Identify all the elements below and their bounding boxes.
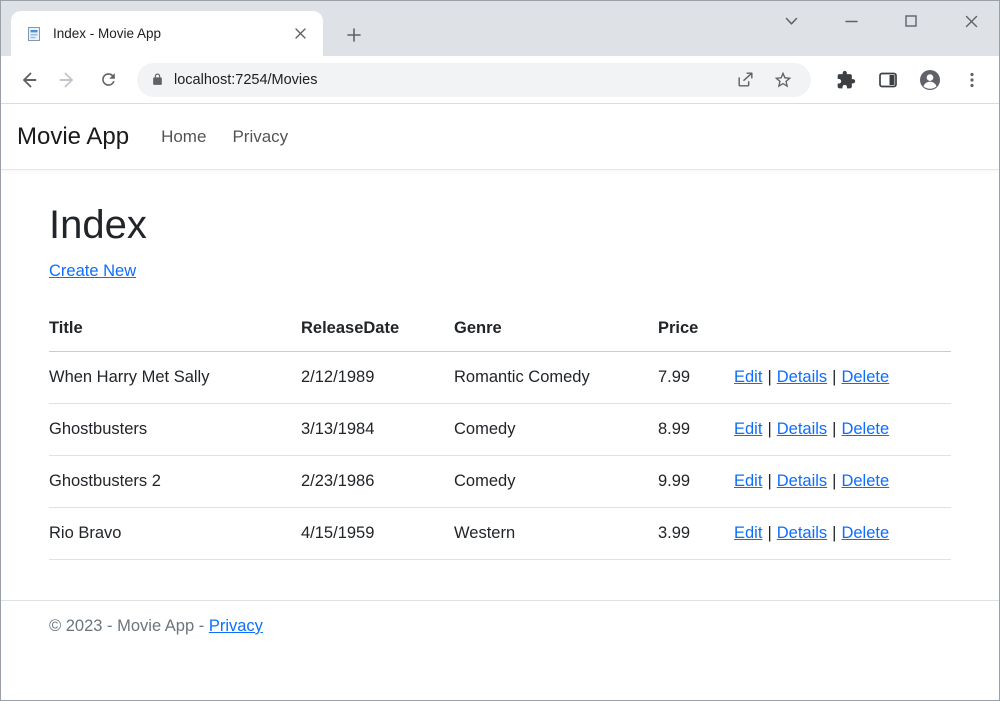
browser-window: Index - Movie App bbox=[0, 0, 1000, 701]
cell-genre: Romantic Comedy bbox=[454, 352, 658, 404]
reload-icon[interactable] bbox=[93, 65, 123, 95]
cell-release-date: 4/15/1959 bbox=[301, 508, 454, 560]
browser-toolbar: localhost:7254/Movies bbox=[1, 56, 999, 104]
maximize-button[interactable] bbox=[897, 7, 925, 35]
table-header-row: Title ReleaseDate Genre Price bbox=[49, 309, 951, 352]
share-icon[interactable] bbox=[731, 66, 759, 94]
cell-title: When Harry Met Sally bbox=[49, 352, 301, 404]
page-title: Index bbox=[49, 203, 951, 248]
edit-link[interactable]: Edit bbox=[734, 368, 762, 386]
tab-close-icon[interactable] bbox=[289, 23, 311, 45]
profile-avatar-icon[interactable] bbox=[915, 65, 945, 95]
cell-title: Rio Bravo bbox=[49, 508, 301, 560]
nav-link-home[interactable]: Home bbox=[161, 127, 206, 147]
delete-link[interactable]: Delete bbox=[841, 472, 889, 490]
movies-table: Title ReleaseDate Genre Price When Harry… bbox=[49, 309, 951, 560]
action-separator: | bbox=[832, 472, 836, 490]
details-link[interactable]: Details bbox=[777, 368, 827, 386]
page-footer: © 2023 - Movie App - Privacy bbox=[1, 600, 999, 639]
main-content: Index Create New Title ReleaseDate Genre… bbox=[1, 203, 999, 560]
cell-price: 7.99 bbox=[658, 352, 734, 404]
browser-menu-kebab-icon[interactable] bbox=[957, 65, 987, 95]
extensions-puzzle-icon[interactable] bbox=[831, 65, 861, 95]
delete-link[interactable]: Delete bbox=[841, 524, 889, 542]
action-separator: | bbox=[767, 472, 771, 490]
tab-title: Index - Movie App bbox=[53, 26, 289, 41]
header-price: Price bbox=[658, 309, 734, 352]
copyright-text: © 2023 - Movie App - bbox=[49, 617, 204, 635]
bookmark-star-icon[interactable] bbox=[769, 66, 797, 94]
edit-link[interactable]: Edit bbox=[734, 524, 762, 542]
nav-link-privacy[interactable]: Privacy bbox=[232, 127, 288, 147]
action-separator: | bbox=[767, 524, 771, 542]
forward-icon[interactable] bbox=[53, 65, 83, 95]
url-text[interactable]: localhost:7254/Movies bbox=[174, 72, 721, 88]
actions-cell: Edit | Details | Delete bbox=[734, 456, 951, 508]
action-separator: | bbox=[767, 420, 771, 438]
cell-title: Ghostbusters 2 bbox=[49, 456, 301, 508]
table-row: When Harry Met Sally 2/12/1989 Romantic … bbox=[49, 352, 951, 404]
back-icon[interactable] bbox=[13, 65, 43, 95]
header-actions bbox=[734, 309, 951, 352]
table-row: Rio Bravo 4/15/1959 Western 3.99 Edit | De… bbox=[49, 508, 951, 560]
tab-favicon-icon bbox=[27, 26, 43, 42]
minimize-button[interactable] bbox=[837, 7, 865, 35]
details-link[interactable]: Details bbox=[777, 420, 827, 438]
header-title: Title bbox=[49, 309, 301, 352]
actions-cell: Edit | Details | Delete bbox=[734, 352, 951, 404]
brand-link[interactable]: Movie App bbox=[17, 123, 129, 151]
cell-price: 3.99 bbox=[658, 508, 734, 560]
footer-privacy-link[interactable]: Privacy bbox=[209, 617, 263, 635]
cell-release-date: 2/12/1989 bbox=[301, 352, 454, 404]
cell-title: Ghostbusters bbox=[49, 404, 301, 456]
tab-strip: Index - Movie App bbox=[1, 1, 999, 56]
side-panel-icon[interactable] bbox=[873, 65, 903, 95]
cell-price: 8.99 bbox=[658, 404, 734, 456]
details-link[interactable]: Details bbox=[777, 472, 827, 490]
toolbar-right bbox=[819, 65, 987, 95]
action-separator: | bbox=[832, 420, 836, 438]
site-info-lock-icon[interactable] bbox=[151, 72, 164, 87]
delete-link[interactable]: Delete bbox=[841, 420, 889, 438]
actions-cell: Edit | Details | Delete bbox=[734, 404, 951, 456]
browser-tab[interactable]: Index - Movie App bbox=[11, 11, 323, 56]
actions-cell: Edit | Details | Delete bbox=[734, 508, 951, 560]
cell-price: 9.99 bbox=[658, 456, 734, 508]
header-release-date: ReleaseDate bbox=[301, 309, 454, 352]
action-separator: | bbox=[767, 368, 771, 386]
new-tab-button[interactable] bbox=[341, 22, 367, 48]
create-new-link[interactable]: Create New bbox=[49, 262, 136, 280]
cell-release-date: 3/13/1984 bbox=[301, 404, 454, 456]
app-navbar: Movie App Home Privacy bbox=[1, 104, 999, 170]
cell-genre: Comedy bbox=[454, 404, 658, 456]
window-controls bbox=[745, 7, 985, 35]
header-genre: Genre bbox=[454, 309, 658, 352]
table-row: Ghostbusters 3/13/1984 Comedy 8.99 Edit |… bbox=[49, 404, 951, 456]
details-link[interactable]: Details bbox=[777, 524, 827, 542]
action-separator: | bbox=[832, 368, 836, 386]
delete-link[interactable]: Delete bbox=[841, 368, 889, 386]
edit-link[interactable]: Edit bbox=[734, 420, 762, 438]
address-bar[interactable]: localhost:7254/Movies bbox=[137, 63, 811, 97]
cell-genre: Western bbox=[454, 508, 658, 560]
cell-release-date: 2/23/1986 bbox=[301, 456, 454, 508]
edit-link[interactable]: Edit bbox=[734, 472, 762, 490]
cell-genre: Comedy bbox=[454, 456, 658, 508]
action-separator: | bbox=[832, 524, 836, 542]
table-row: Ghostbusters 2 2/23/1986 Comedy 9.99 Edi… bbox=[49, 456, 951, 508]
close-window-button[interactable] bbox=[957, 7, 985, 35]
tab-search-button[interactable] bbox=[777, 7, 805, 35]
web-page: Movie App Home Privacy Index Create New … bbox=[1, 104, 999, 701]
